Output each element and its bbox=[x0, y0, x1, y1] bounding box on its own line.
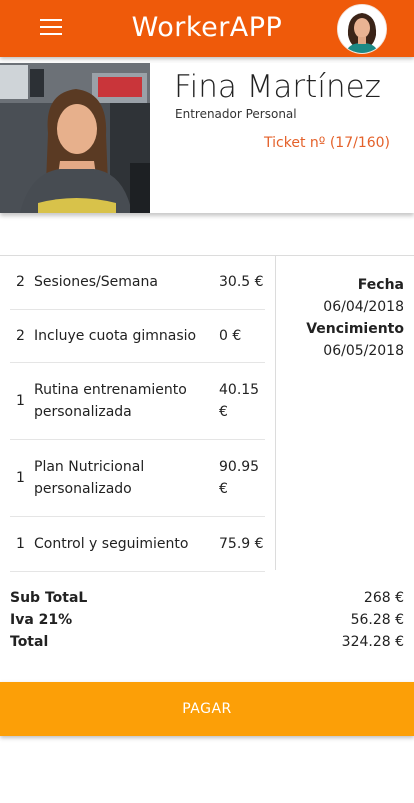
vencimiento-label: Vencimiento bbox=[306, 321, 404, 337]
item-qty: 2 bbox=[16, 328, 25, 344]
profile-card: Fina Martínez Entrenador Personal Ticket… bbox=[0, 63, 414, 213]
totals: Sub TotaL 268 € Iva 21% 56.28 € Total 32… bbox=[10, 587, 404, 653]
fecha-value: 06/04/2018 bbox=[323, 299, 404, 315]
worker-role: Entrenador Personal bbox=[175, 107, 297, 121]
total-row: Total 324.28 € bbox=[10, 631, 404, 653]
item-description: Incluye cuota gimnasio bbox=[34, 328, 197, 344]
line-item: 1 Control y seguimiento 75.9 € bbox=[10, 517, 265, 572]
avatar-image bbox=[338, 5, 386, 53]
item-qty: 1 bbox=[16, 393, 25, 409]
item-price: 40.15 € bbox=[219, 382, 260, 420]
item-description: Control y seguimiento bbox=[34, 536, 189, 552]
subtotal-label: Sub TotaL bbox=[10, 590, 88, 606]
ticket-number: Ticket nº (17/160) bbox=[264, 135, 390, 151]
worker-name: Fina Martínez bbox=[174, 69, 381, 105]
subtotal-row: Sub TotaL 268 € bbox=[10, 587, 404, 609]
vencimiento-value: 06/05/2018 bbox=[323, 343, 404, 359]
subtotal-value: 268 € bbox=[363, 590, 404, 606]
profile-photo-image bbox=[0, 63, 150, 213]
item-price: 90.95 € bbox=[219, 459, 260, 497]
line-item: 2 Incluye cuota gimnasio 0 € bbox=[10, 310, 265, 363]
item-price: 75.9 € bbox=[219, 536, 264, 552]
line-item: 1 Plan Nutricional personalizado 90.95 € bbox=[10, 440, 265, 517]
dates-panel: Fecha 06/04/2018 Vencimiento 06/05/2018 bbox=[278, 274, 404, 362]
app-bar: WorkerAPP bbox=[0, 0, 414, 57]
total-value: 324.28 € bbox=[341, 634, 404, 650]
item-description: Sesiones/Semana bbox=[34, 274, 158, 290]
iva-row: Iva 21% 56.28 € bbox=[10, 609, 404, 631]
avatar[interactable] bbox=[337, 4, 387, 54]
line-item: 1 Rutina entrenamiento personalizada 40.… bbox=[10, 363, 265, 440]
total-label: Total bbox=[10, 634, 49, 650]
item-price: 0 € bbox=[219, 328, 242, 344]
divider bbox=[275, 255, 276, 570]
profile-photo bbox=[0, 63, 150, 213]
item-qty: 1 bbox=[16, 536, 25, 552]
iva-label: Iva 21% bbox=[10, 612, 73, 628]
item-description: Rutina entrenamiento personalizada bbox=[34, 382, 187, 420]
item-price: 30.5 € bbox=[219, 274, 264, 290]
line-item: 2 Sesiones/Semana 30.5 € bbox=[10, 255, 265, 310]
item-qty: 1 bbox=[16, 470, 25, 486]
fecha-label: Fecha bbox=[357, 277, 404, 293]
item-description: Plan Nutricional personalizado bbox=[34, 459, 145, 497]
line-items: 2 Sesiones/Semana 30.5 € 2 Incluye cuota… bbox=[0, 255, 275, 572]
pay-button[interactable]: PAGAR bbox=[0, 682, 414, 736]
iva-value: 56.28 € bbox=[350, 612, 404, 628]
item-qty: 2 bbox=[16, 274, 25, 290]
